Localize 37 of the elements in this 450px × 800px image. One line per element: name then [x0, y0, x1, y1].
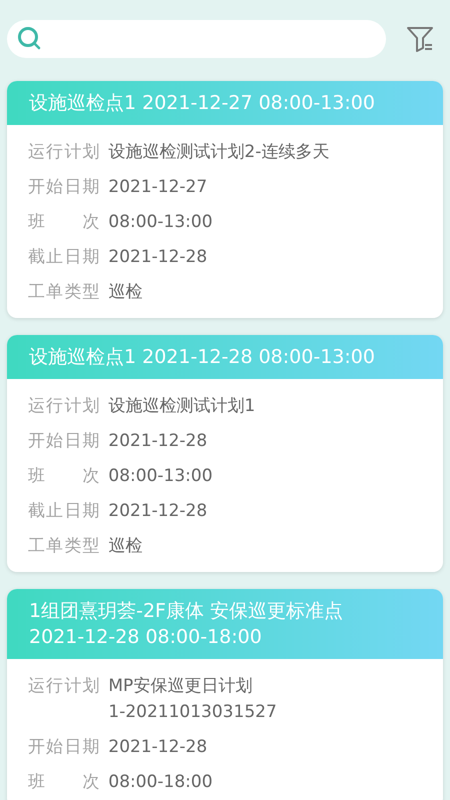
field-value: 2021-12-28 — [108, 736, 208, 759]
card-title: 1组团熹玥荟-2F康体 安保巡更标准点 — [29, 599, 344, 624]
field-label: 班次 — [28, 771, 100, 794]
field-value: 2021-12-28 — [108, 500, 208, 523]
field-value: 2021-12-27 — [108, 176, 208, 199]
field-value: 08:00-13:00 — [108, 465, 213, 488]
field-value: 08:00-18:00 — [108, 771, 213, 794]
field-label: 运行计划 — [28, 675, 100, 698]
field-label: 开始日期 — [28, 736, 100, 759]
search-icon — [17, 26, 43, 52]
card-title: 设施巡检点1 2021-12-28 08:00-13:00 — [29, 345, 375, 370]
field-value: 2021-12-28 — [108, 246, 208, 269]
field-label: 运行计划 — [28, 141, 100, 164]
field-label: 班次 — [28, 465, 100, 488]
task-card[interactable]: 1组团熹玥荟-2F康体 安保巡更标准点 2021-12-28 08:00-18:00 运行计划 MP安保巡更日计划 1-20211013031527 开始日期 2021-12-28 班次 08:00-18:00 — [7, 589, 443, 800]
card-title: 设施巡检点1 2021-12-27 08:00-13:00 — [29, 91, 375, 116]
field-label: 开始日期 — [28, 176, 100, 199]
filter-icon[interactable] — [406, 25, 434, 53]
field-label: 班次 — [28, 211, 100, 234]
search-field[interactable] — [7, 20, 386, 58]
field-label: 截止日期 — [28, 246, 100, 269]
field-value: 1-20211013031527 — [108, 701, 277, 724]
field-label: 工单类型 — [28, 535, 100, 558]
field-value: 08:00-13:00 — [108, 211, 213, 234]
field-label: 工单类型 — [28, 281, 100, 304]
card-title: 2021-12-28 08:00-18:00 — [29, 625, 262, 650]
field-label: 开始日期 — [28, 430, 100, 453]
task-card[interactable]: 设施巡检点1 2021-12-27 08:00-13:00 运行计划 设施巡检测试计划2-连续多天 开始日期 2021-12-27 班次 08:00-13:00 截止日期 2021-12-28 工单类型 巡检 — [7, 81, 443, 318]
field-value: 巡检 — [108, 535, 142, 558]
field-label: 截止日期 — [28, 500, 100, 523]
field-value: MP安保巡更日计划 — [108, 675, 252, 698]
field-value: 设施巡检测试计划2-连续多天 — [108, 141, 330, 164]
task-card[interactable]: 设施巡检点1 2021-12-28 08:00-13:00 运行计划 设施巡检测试计划1 开始日期 2021-12-28 班次 08:00-13:00 截止日期 2021-12-28 工单类型 巡检 — [7, 335, 443, 572]
field-value: 巡检 — [108, 281, 142, 304]
field-label: 运行计划 — [28, 395, 100, 418]
field-value: 2021-12-28 — [108, 430, 208, 453]
field-value: 设施巡检测试计划1 — [108, 395, 256, 418]
